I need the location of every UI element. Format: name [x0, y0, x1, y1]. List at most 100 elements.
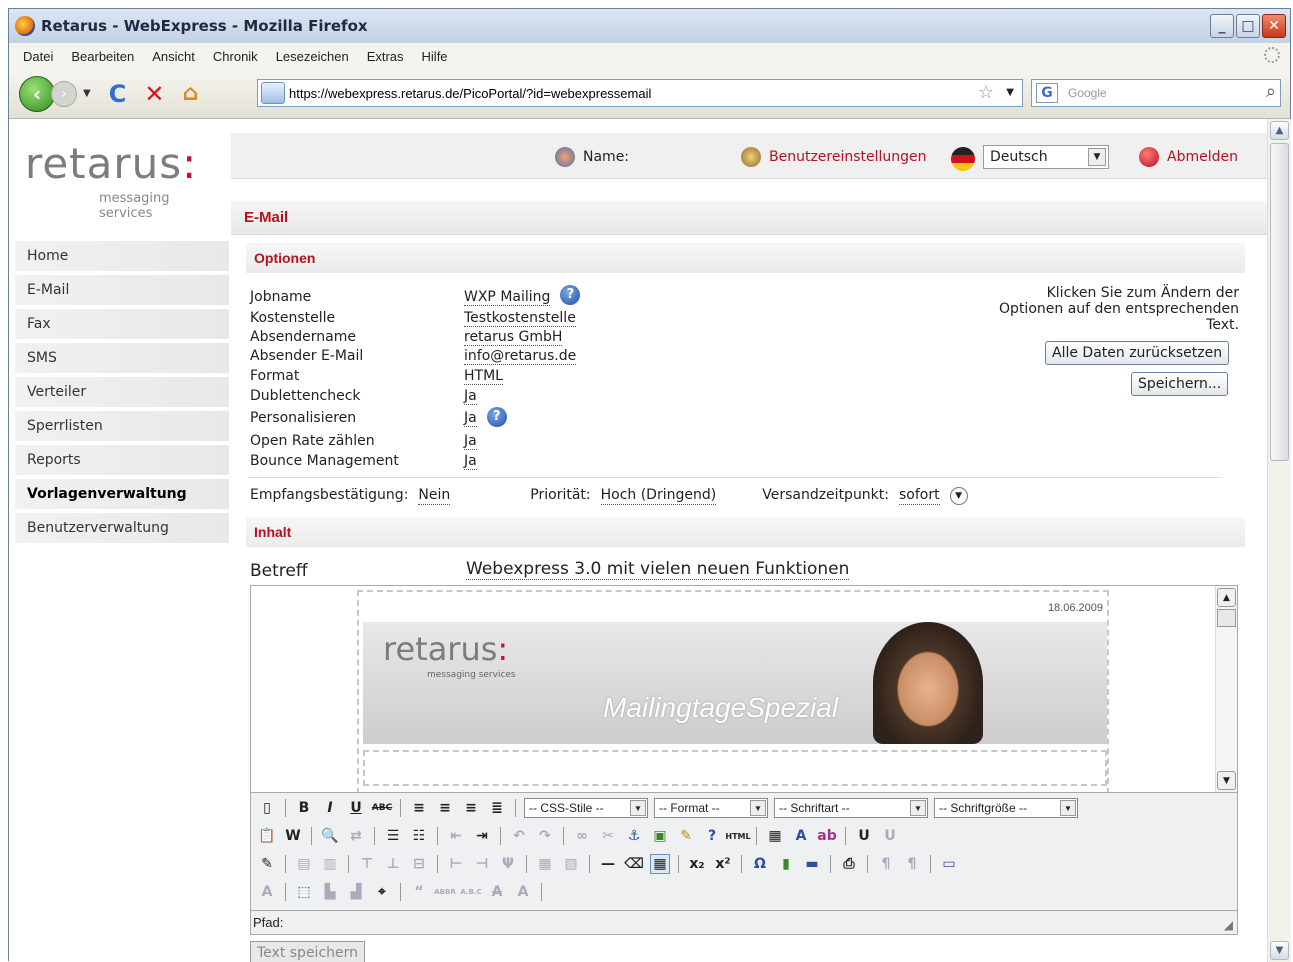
superscript-icon[interactable]: x² — [713, 854, 733, 874]
chevron-down-icon[interactable]: ▼ — [1088, 148, 1106, 166]
horizontal-rule-icon[interactable]: — — [598, 854, 618, 874]
unlink-icon[interactable]: ✂ — [598, 826, 618, 846]
menu-chronik[interactable]: Chronik — [213, 49, 258, 64]
page-scrollbar[interactable]: ▲ ▼ — [1267, 119, 1291, 962]
priority-value[interactable]: Hoch (Dringend) — [600, 487, 717, 505]
menu-hilfe[interactable]: Hilfe — [422, 49, 448, 64]
html-source-icon[interactable]: HTML — [725, 826, 750, 846]
menu-lesezeichen[interactable]: Lesezeichen — [276, 49, 349, 64]
css-style-select[interactable]: -- CSS-Stile -- ▼ — [524, 798, 648, 818]
indent-icon[interactable]: ⇥ — [472, 826, 492, 846]
undo-icon[interactable]: ↶ — [509, 826, 529, 846]
link-icon[interactable]: ∞ — [572, 826, 592, 846]
language-select[interactable]: Deutsch ▼ — [983, 145, 1109, 169]
scroll-down-icon[interactable]: ▼ — [1270, 941, 1289, 960]
forward-button[interactable]: › — [51, 80, 77, 107]
kostenstelle-value[interactable]: Testkostenstelle — [464, 310, 576, 327]
sidebar-item-reports[interactable]: Reports — [15, 445, 229, 475]
home-icon[interactable]: ⌂ — [182, 81, 198, 106]
paste-icon[interactable]: 📋 — [257, 826, 277, 846]
blockquote-icon[interactable]: “ — [409, 882, 429, 902]
align-right-icon[interactable]: ≡ — [461, 798, 481, 818]
maximize-button[interactable]: □ — [1236, 14, 1260, 38]
format-value[interactable]: HTML — [464, 368, 503, 385]
sidebar-item-verteiler[interactable]: Verteiler — [15, 377, 229, 407]
url-bar[interactable]: https://webexpress.retarus.de/PicoPortal… — [257, 79, 1023, 107]
cell-props-icon[interactable]: ▥ — [320, 854, 340, 874]
menu-bearbeiten[interactable]: Bearbeiten — [71, 49, 134, 64]
insert-row-before-icon[interactable]: ⊤ — [357, 854, 377, 874]
chevron-down-icon[interactable]: ▼ — [949, 487, 968, 505]
bullet-list-icon[interactable]: ☰ — [383, 826, 403, 846]
send-time-value[interactable]: sofort — [899, 487, 940, 505]
text-color-icon[interactable]: A — [791, 826, 811, 846]
placeholder-icon[interactable]: U — [854, 826, 874, 846]
search-icon[interactable]: ⌕ — [1266, 81, 1276, 102]
cleanup-icon[interactable]: ✎ — [676, 826, 696, 846]
outdent-icon[interactable]: ⇤ — [446, 826, 466, 846]
help-icon[interactable]: ? — [702, 826, 722, 846]
resize-handle-icon[interactable]: ◢ — [1224, 918, 1233, 932]
bold-icon[interactable]: B — [294, 798, 314, 818]
menu-datei[interactable]: Datei — [23, 49, 53, 64]
form-field-icon[interactable]: ▬ — [802, 854, 822, 874]
new-page-icon[interactable]: ▯ — [257, 798, 277, 818]
reload-icon[interactable]: C — [109, 80, 127, 108]
strikethrough-icon[interactable]: ABC — [372, 798, 392, 818]
help-icon[interactable]: ? — [486, 407, 507, 427]
merge-cells-icon[interactable]: ▧ — [561, 854, 581, 874]
ltr-icon[interactable]: ¶ — [876, 854, 896, 874]
scroll-down-icon[interactable]: ▼ — [1217, 771, 1236, 790]
visual-aid-icon[interactable]: ▦ — [650, 854, 670, 874]
close-button[interactable]: ✕ — [1262, 14, 1286, 38]
search-bar[interactable]: G Google ⌕ — [1031, 79, 1281, 107]
align-center-icon[interactable]: ≡ — [435, 798, 455, 818]
scroll-up-icon[interactable]: ▲ — [1217, 588, 1236, 607]
history-dropdown-icon[interactable]: ▼ — [83, 88, 91, 99]
numbered-list-icon[interactable]: ☷ — [409, 826, 429, 846]
edit-icon[interactable]: ✎ — [257, 854, 277, 874]
split-cells-icon[interactable]: ▦ — [535, 854, 555, 874]
paste-word-icon[interactable]: W — [283, 826, 303, 846]
redo-icon[interactable]: ↷ — [535, 826, 555, 846]
receipt-value[interactable]: Nein — [418, 487, 451, 505]
save-text-button[interactable]: Text speichern — [250, 941, 366, 962]
table-props-icon[interactable]: ▤ — [294, 854, 314, 874]
menu-ansicht[interactable]: Ansicht — [152, 49, 195, 64]
scroll-up-icon[interactable]: ▲ — [1270, 121, 1289, 140]
delete-row-icon[interactable]: ⊟ — [409, 854, 429, 874]
reset-all-button[interactable]: Alle Daten zurücksetzen — [1045, 341, 1230, 365]
move-backward-icon[interactable]: ▟ — [346, 882, 366, 902]
remove-placeholder-icon[interactable]: U — [880, 826, 900, 846]
sidebar-item-sms[interactable]: SMS — [15, 343, 229, 373]
settings-link[interactable]: Benutzereinstellungen — [741, 147, 927, 167]
remove-format-icon[interactable]: ⌫ — [624, 854, 644, 874]
acronym-icon[interactable]: A.B.C — [460, 882, 481, 902]
format-select[interactable]: -- Format -- ▼ — [654, 798, 768, 818]
rtl-icon[interactable]: ¶ — [902, 854, 922, 874]
logout-link[interactable]: Abmelden — [1139, 147, 1238, 167]
sidebar-item-sperrlisten[interactable]: Sperrlisten — [15, 411, 229, 441]
replace-icon[interactable]: ⇄ — [346, 826, 366, 846]
subscript-icon[interactable]: x₂ — [687, 854, 707, 874]
personalisieren-value[interactable]: Ja — [464, 410, 477, 427]
insert-row-after-icon[interactable]: ⊥ — [383, 854, 403, 874]
site-identity-icon[interactable] — [261, 82, 285, 104]
insert-text-icon[interactable]: A — [513, 882, 533, 902]
html-editor[interactable]: 18.06.2009 retarus: messaging services M… — [250, 585, 1238, 793]
url-text[interactable]: https://webexpress.retarus.de/PicoPortal… — [289, 86, 651, 101]
insert-col-before-icon[interactable]: ⊢ — [446, 854, 466, 874]
italic-icon[interactable]: I — [320, 798, 340, 818]
google-engine-icon[interactable]: G — [1036, 83, 1058, 103]
underline-icon[interactable]: U — [346, 798, 366, 818]
move-forward-icon[interactable]: ▙ — [320, 882, 340, 902]
print-icon[interactable]: ⎙ — [839, 854, 859, 874]
bookmark-star-icon[interactable]: ☆ — [978, 82, 994, 103]
fullscreen-icon[interactable]: ▭ — [939, 854, 959, 874]
highlight-color-icon[interactable]: ab — [817, 826, 837, 846]
jobname-value[interactable]: WXP Mailing — [464, 289, 551, 306]
sidebar-item-fax[interactable]: Fax — [15, 309, 229, 339]
absendername-value[interactable]: retarus GmbH — [464, 329, 563, 346]
absolute-position-icon[interactable]: ⌖ — [372, 882, 392, 902]
absender-email-value[interactable]: info@retarus.de — [464, 348, 577, 365]
